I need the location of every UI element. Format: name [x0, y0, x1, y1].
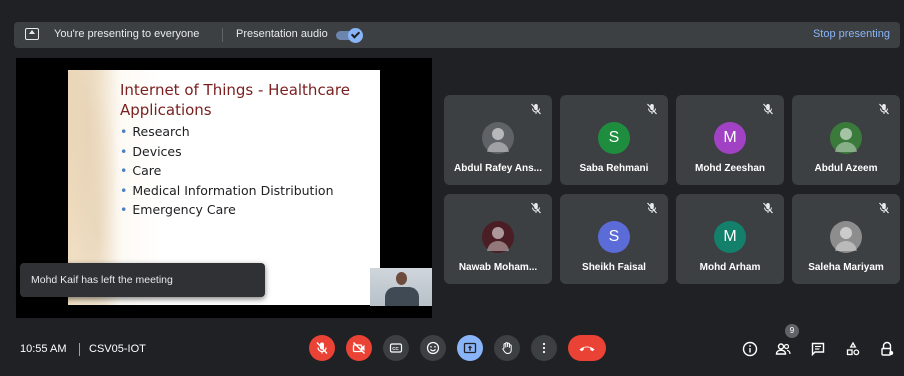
muted-mic-icon	[763, 202, 773, 214]
toast-text: Mohd Kaif has left the meeting	[31, 274, 173, 286]
host-controls-button[interactable]	[876, 338, 898, 360]
participant-avatar: S	[598, 122, 630, 154]
participant-tile[interactable]: Saleha Mariyam	[792, 194, 900, 284]
participant-tile[interactable]: Abdul Rafey Ans...	[444, 95, 552, 185]
meet-window: You're presenting to everyone Presentati…	[0, 0, 904, 376]
muted-mic-icon	[647, 202, 657, 214]
muted-mic-icon	[879, 202, 889, 214]
muted-mic-icon	[531, 202, 541, 214]
present-screen-icon	[25, 28, 39, 40]
hand-icon	[502, 342, 512, 355]
bottom-divider	[79, 343, 80, 356]
participant-tile[interactable]: S Sheikh Faisal	[560, 194, 668, 284]
present-now-button[interactable]	[457, 335, 483, 361]
presentation-audio-toggle[interactable]	[336, 28, 363, 43]
muted-mic-icon	[531, 103, 541, 115]
participant-tile[interactable]: Abdul Azeem	[792, 95, 900, 185]
presenting-banner: You're presenting to everyone Presentati…	[14, 22, 900, 48]
end-call-icon	[579, 346, 595, 352]
slide-bullet: • Emergency Care	[120, 202, 236, 217]
camera-toggle-button[interactable]	[346, 335, 372, 361]
participant-name: Nawab Moham...	[458, 262, 538, 273]
profile-photo-icon	[487, 128, 509, 152]
participant-tile[interactable]: M Mohd Arham	[676, 194, 784, 284]
participant-avatar	[482, 221, 514, 253]
participant-tile[interactable]: Nawab Moham...	[444, 194, 552, 284]
participant-avatar: M	[714, 122, 746, 154]
muted-mic-icon	[879, 103, 889, 115]
participant-avatar: S	[598, 221, 630, 253]
participant-name: Saleha Mariyam	[808, 262, 884, 273]
profile-photo-icon	[835, 227, 857, 251]
slide-bullet: • Research	[120, 124, 190, 139]
slide-bullet: • Care	[120, 163, 162, 178]
present-screen-icon	[463, 342, 477, 354]
self-view-video[interactable]	[370, 268, 432, 306]
activities-button[interactable]	[842, 338, 864, 360]
mic-toggle-button[interactable]	[309, 335, 335, 361]
raise-hand-button[interactable]	[494, 335, 520, 361]
more-options-button[interactable]	[531, 335, 557, 361]
slide-bullet: • Devices	[120, 143, 182, 159]
bottom-control-bar: 10:55 AM CSV05-IOT CC 9	[0, 324, 904, 370]
muted-mic-icon	[647, 103, 657, 115]
mic-off-icon	[316, 342, 328, 354]
lock-person-icon	[881, 341, 894, 356]
presenting-status-text: You're presenting to everyone	[54, 28, 200, 40]
slide-bullets: • Research • Devices • Care • Medical Inform…	[120, 122, 334, 220]
participant-name: Abdul Rafey Ans...	[454, 163, 542, 174]
chat-icon	[811, 342, 825, 357]
participant-avatar: M	[714, 221, 746, 253]
self-view-person	[396, 272, 407, 285]
slide-title: Internet of Things - Healthcare Applicat…	[120, 81, 350, 119]
captions-button[interactable]: CC	[383, 335, 409, 361]
meeting-code: CSV05-IOT	[89, 343, 146, 355]
muted-mic-icon	[763, 103, 773, 115]
left-meeting-toast: Mohd Kaif has left the meeting	[20, 263, 265, 297]
chat-button[interactable]	[807, 338, 829, 360]
meeting-details-button[interactable]	[739, 338, 761, 360]
leave-call-button[interactable]	[568, 335, 606, 361]
participant-avatar	[482, 122, 514, 154]
participant-name: Mohd Zeeshan	[694, 163, 765, 174]
banner-divider	[222, 28, 223, 42]
people-button[interactable]	[772, 338, 794, 360]
reactions-button[interactable]	[420, 335, 446, 361]
more-vert-icon	[542, 342, 546, 354]
participant-avatar	[830, 221, 862, 253]
presentation-audio-label: Presentation audio	[236, 28, 328, 40]
participant-name: Mohd Arham	[699, 262, 761, 273]
participant-name: Saba Rehmani	[579, 163, 649, 174]
meeting-clock: 10:55 AM	[20, 343, 67, 355]
info-icon	[742, 341, 758, 357]
activities-icon	[846, 341, 860, 356]
participant-name: Abdul Azeem	[814, 163, 878, 174]
participant-tile[interactable]: S Saba Rehmani	[560, 95, 668, 185]
captions-icon: CC	[389, 343, 403, 353]
slide-bullet: • Medical Information Distribution	[120, 182, 334, 198]
people-icon	[775, 343, 791, 355]
stop-presenting-button[interactable]: Stop presenting	[813, 28, 890, 40]
profile-photo-icon	[835, 128, 857, 152]
participant-count-badge: 9	[785, 324, 799, 338]
participant-name: Sheikh Faisal	[582, 262, 646, 273]
participant-avatar	[830, 122, 862, 154]
svg-text:CC: CC	[392, 346, 399, 351]
camera-off-icon	[352, 342, 365, 354]
emoji-icon	[426, 341, 440, 355]
participant-tile[interactable]: M Mohd Zeeshan	[676, 95, 784, 185]
profile-photo-icon	[487, 227, 509, 251]
